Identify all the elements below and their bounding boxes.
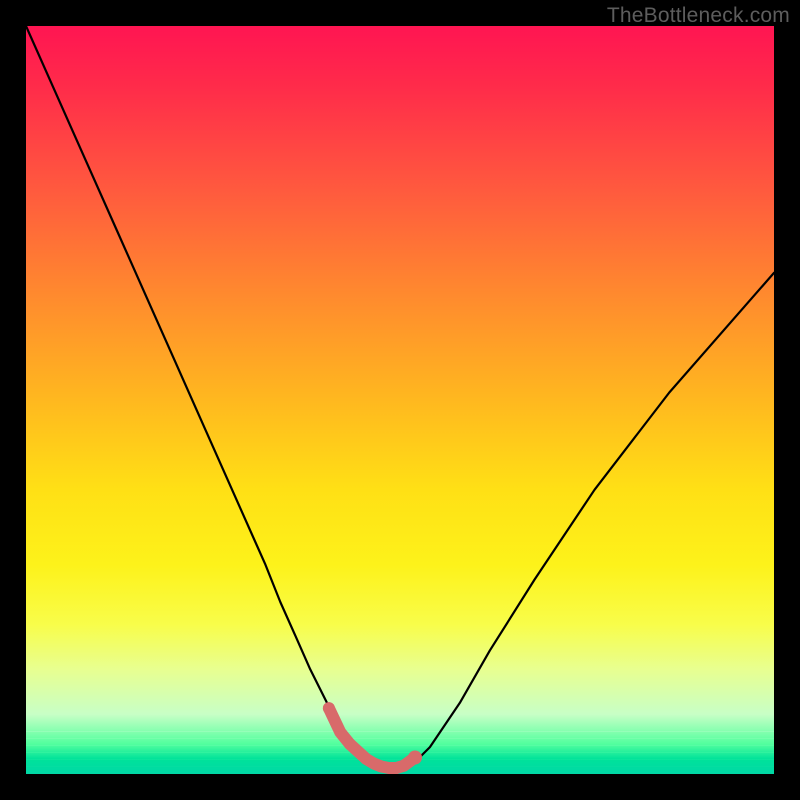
optimal-range-dot — [408, 751, 422, 765]
watermark-text: TheBottleneck.com — [607, 4, 790, 28]
optimal-range-dot — [323, 702, 335, 714]
curve-svg — [26, 26, 774, 774]
plot-area — [26, 26, 774, 774]
optimal-range-markers — [323, 702, 422, 774]
chart-frame: TheBottleneck.com — [0, 0, 800, 800]
optimal-range-dot — [354, 747, 364, 757]
optimal-range-dot — [398, 760, 410, 772]
optimal-range-dot — [335, 727, 345, 737]
optimal-range-dot — [344, 738, 356, 750]
bottleneck-curve — [26, 26, 774, 768]
